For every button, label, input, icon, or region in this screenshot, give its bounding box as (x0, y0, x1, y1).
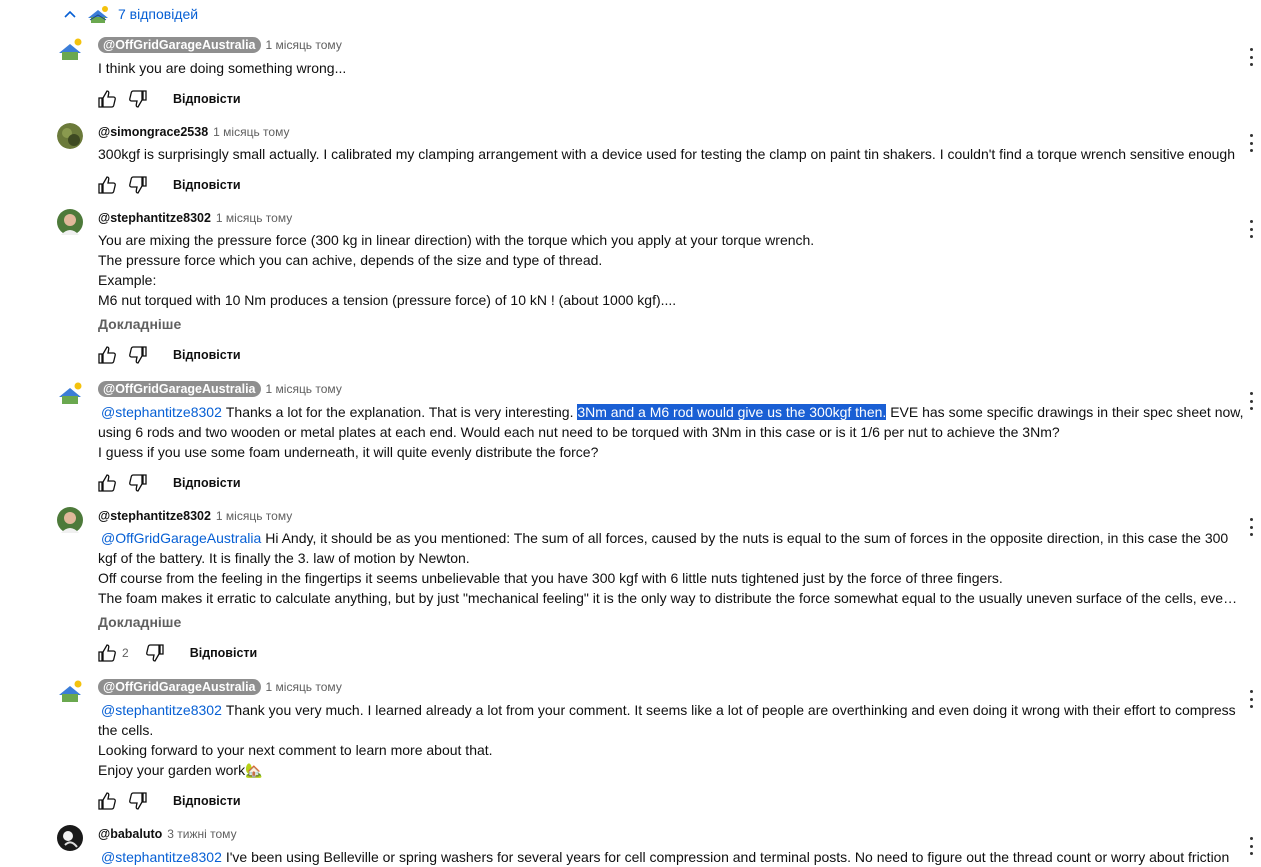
like-icon[interactable] (96, 472, 118, 494)
comment-text: kgf of the battery. It is finally the 3.… (98, 550, 470, 566)
mention-link[interactable]: @stephantitze8302 (101, 404, 222, 420)
dislike-icon[interactable] (144, 642, 166, 664)
comment-text: @stephantitze8302 Thanks a lot for the ex… (101, 404, 1244, 420)
like-icon[interactable] (96, 174, 118, 196)
selected-text: 3Nm and a M6 rod would give us the 300kg… (577, 404, 887, 420)
comment-text: using 6 rods and two wooden or metal pla… (98, 424, 1060, 440)
comment-text: Enjoy your garden work🏡 (98, 762, 263, 778)
avatar[interactable] (57, 123, 83, 149)
more-options-icon[interactable] (1247, 220, 1255, 238)
dislike-icon[interactable] (127, 472, 149, 494)
read-more-button[interactable]: Докладніше (98, 316, 181, 332)
comment-time[interactable]: 1 місяць тому (266, 680, 342, 694)
avatar[interactable] (57, 209, 83, 235)
like-icon[interactable] (96, 344, 118, 366)
mention-link[interactable]: @OffGridGarageAustralia (101, 530, 261, 546)
more-options-icon[interactable] (1247, 134, 1255, 152)
reply-button[interactable]: Відповісти (173, 794, 241, 808)
comment-text: @stephantitze8302 I've been using Bellevi… (101, 849, 1230, 865)
comment-author[interactable]: @stephantitze8302 (98, 509, 211, 523)
comment-text: Off course from the feeling in the finge… (98, 570, 1003, 586)
mention-link[interactable]: @stephantitze8302 (101, 849, 222, 865)
comment-text: the cells. (98, 722, 154, 738)
comment-text: @stephantitze8302 Thank you very much. I … (101, 702, 1236, 718)
reply-button[interactable]: Відповісти (190, 646, 258, 660)
like-icon[interactable] (96, 790, 118, 812)
comment-text: 300kgf is surprisingly small actually. I… (98, 146, 1236, 162)
comment-time[interactable]: 1 місяць тому (216, 211, 292, 225)
comment-text: Looking forward to your next comment to … (98, 742, 493, 758)
mention-link[interactable]: @stephantitze8302 (101, 702, 222, 718)
comment-time[interactable]: 3 тижні тому (167, 827, 236, 841)
comment-author[interactable]: @babaluto (98, 827, 162, 841)
comment-text: @OffGridGarageAustralia Hi Andy, it shoul… (101, 530, 1229, 546)
more-options-icon[interactable] (1247, 518, 1255, 536)
comment-time[interactable]: 1 місяць тому (266, 38, 342, 52)
comment-text: I think you are doing something wrong... (98, 60, 347, 76)
avatar[interactable] (57, 36, 83, 62)
comment-author[interactable]: @OffGridGarageAustralia (98, 679, 261, 695)
like-icon[interactable] (96, 88, 118, 110)
reply-button[interactable]: Відповісти (173, 348, 241, 362)
replies-count: 7 відповідей (118, 6, 199, 22)
read-more-button[interactable]: Докладніше (98, 614, 181, 630)
avatar[interactable] (57, 678, 83, 704)
comment-text: You are mixing the pressure force (300 k… (98, 232, 815, 248)
comment-author[interactable]: @OffGridGarageAustralia (98, 381, 261, 397)
dislike-icon[interactable] (127, 790, 149, 812)
comment-text: M6 nut torqued with 10 Nm produces a ten… (98, 292, 677, 308)
dislike-icon[interactable] (127, 344, 149, 366)
comment-author[interactable]: @OffGridGarageAustralia (98, 37, 261, 53)
comment-text: I guess if you use some foam underneath,… (98, 444, 599, 460)
more-options-icon[interactable] (1247, 837, 1255, 855)
comment-text: Example: (98, 272, 157, 288)
dislike-icon[interactable] (127, 174, 149, 196)
like-icon[interactable] (96, 642, 118, 664)
comment-author[interactable]: @simongrace2538 (98, 125, 208, 139)
comment-time[interactable]: 1 місяць тому (216, 509, 292, 523)
like-count: 2 (122, 646, 129, 660)
comment-time[interactable]: 1 місяць тому (213, 125, 289, 139)
replies-toggle[interactable]: 7 відповідей (62, 4, 198, 24)
reply-button[interactable]: Відповісти (173, 178, 241, 192)
reply-button[interactable]: Відповісти (173, 92, 241, 106)
more-options-icon[interactable] (1247, 48, 1255, 66)
channel-logo-icon (88, 6, 108, 23)
more-options-icon[interactable] (1247, 690, 1255, 708)
house-emoji: 🏡 (245, 762, 263, 778)
avatar[interactable] (57, 507, 83, 533)
avatar[interactable] (57, 380, 83, 406)
avatar[interactable] (57, 825, 83, 851)
comment-time[interactable]: 1 місяць тому (266, 382, 342, 396)
reply-button[interactable]: Відповісти (173, 476, 241, 490)
dislike-icon[interactable] (127, 88, 149, 110)
comment-text: The pressure force which you can achive,… (98, 252, 603, 268)
more-options-icon[interactable] (1247, 392, 1255, 410)
comment-author[interactable]: @stephantitze8302 (98, 211, 211, 225)
comment-text: The foam makes it erratic to calculate a… (98, 590, 1238, 606)
chevron-up-icon (64, 10, 76, 18)
